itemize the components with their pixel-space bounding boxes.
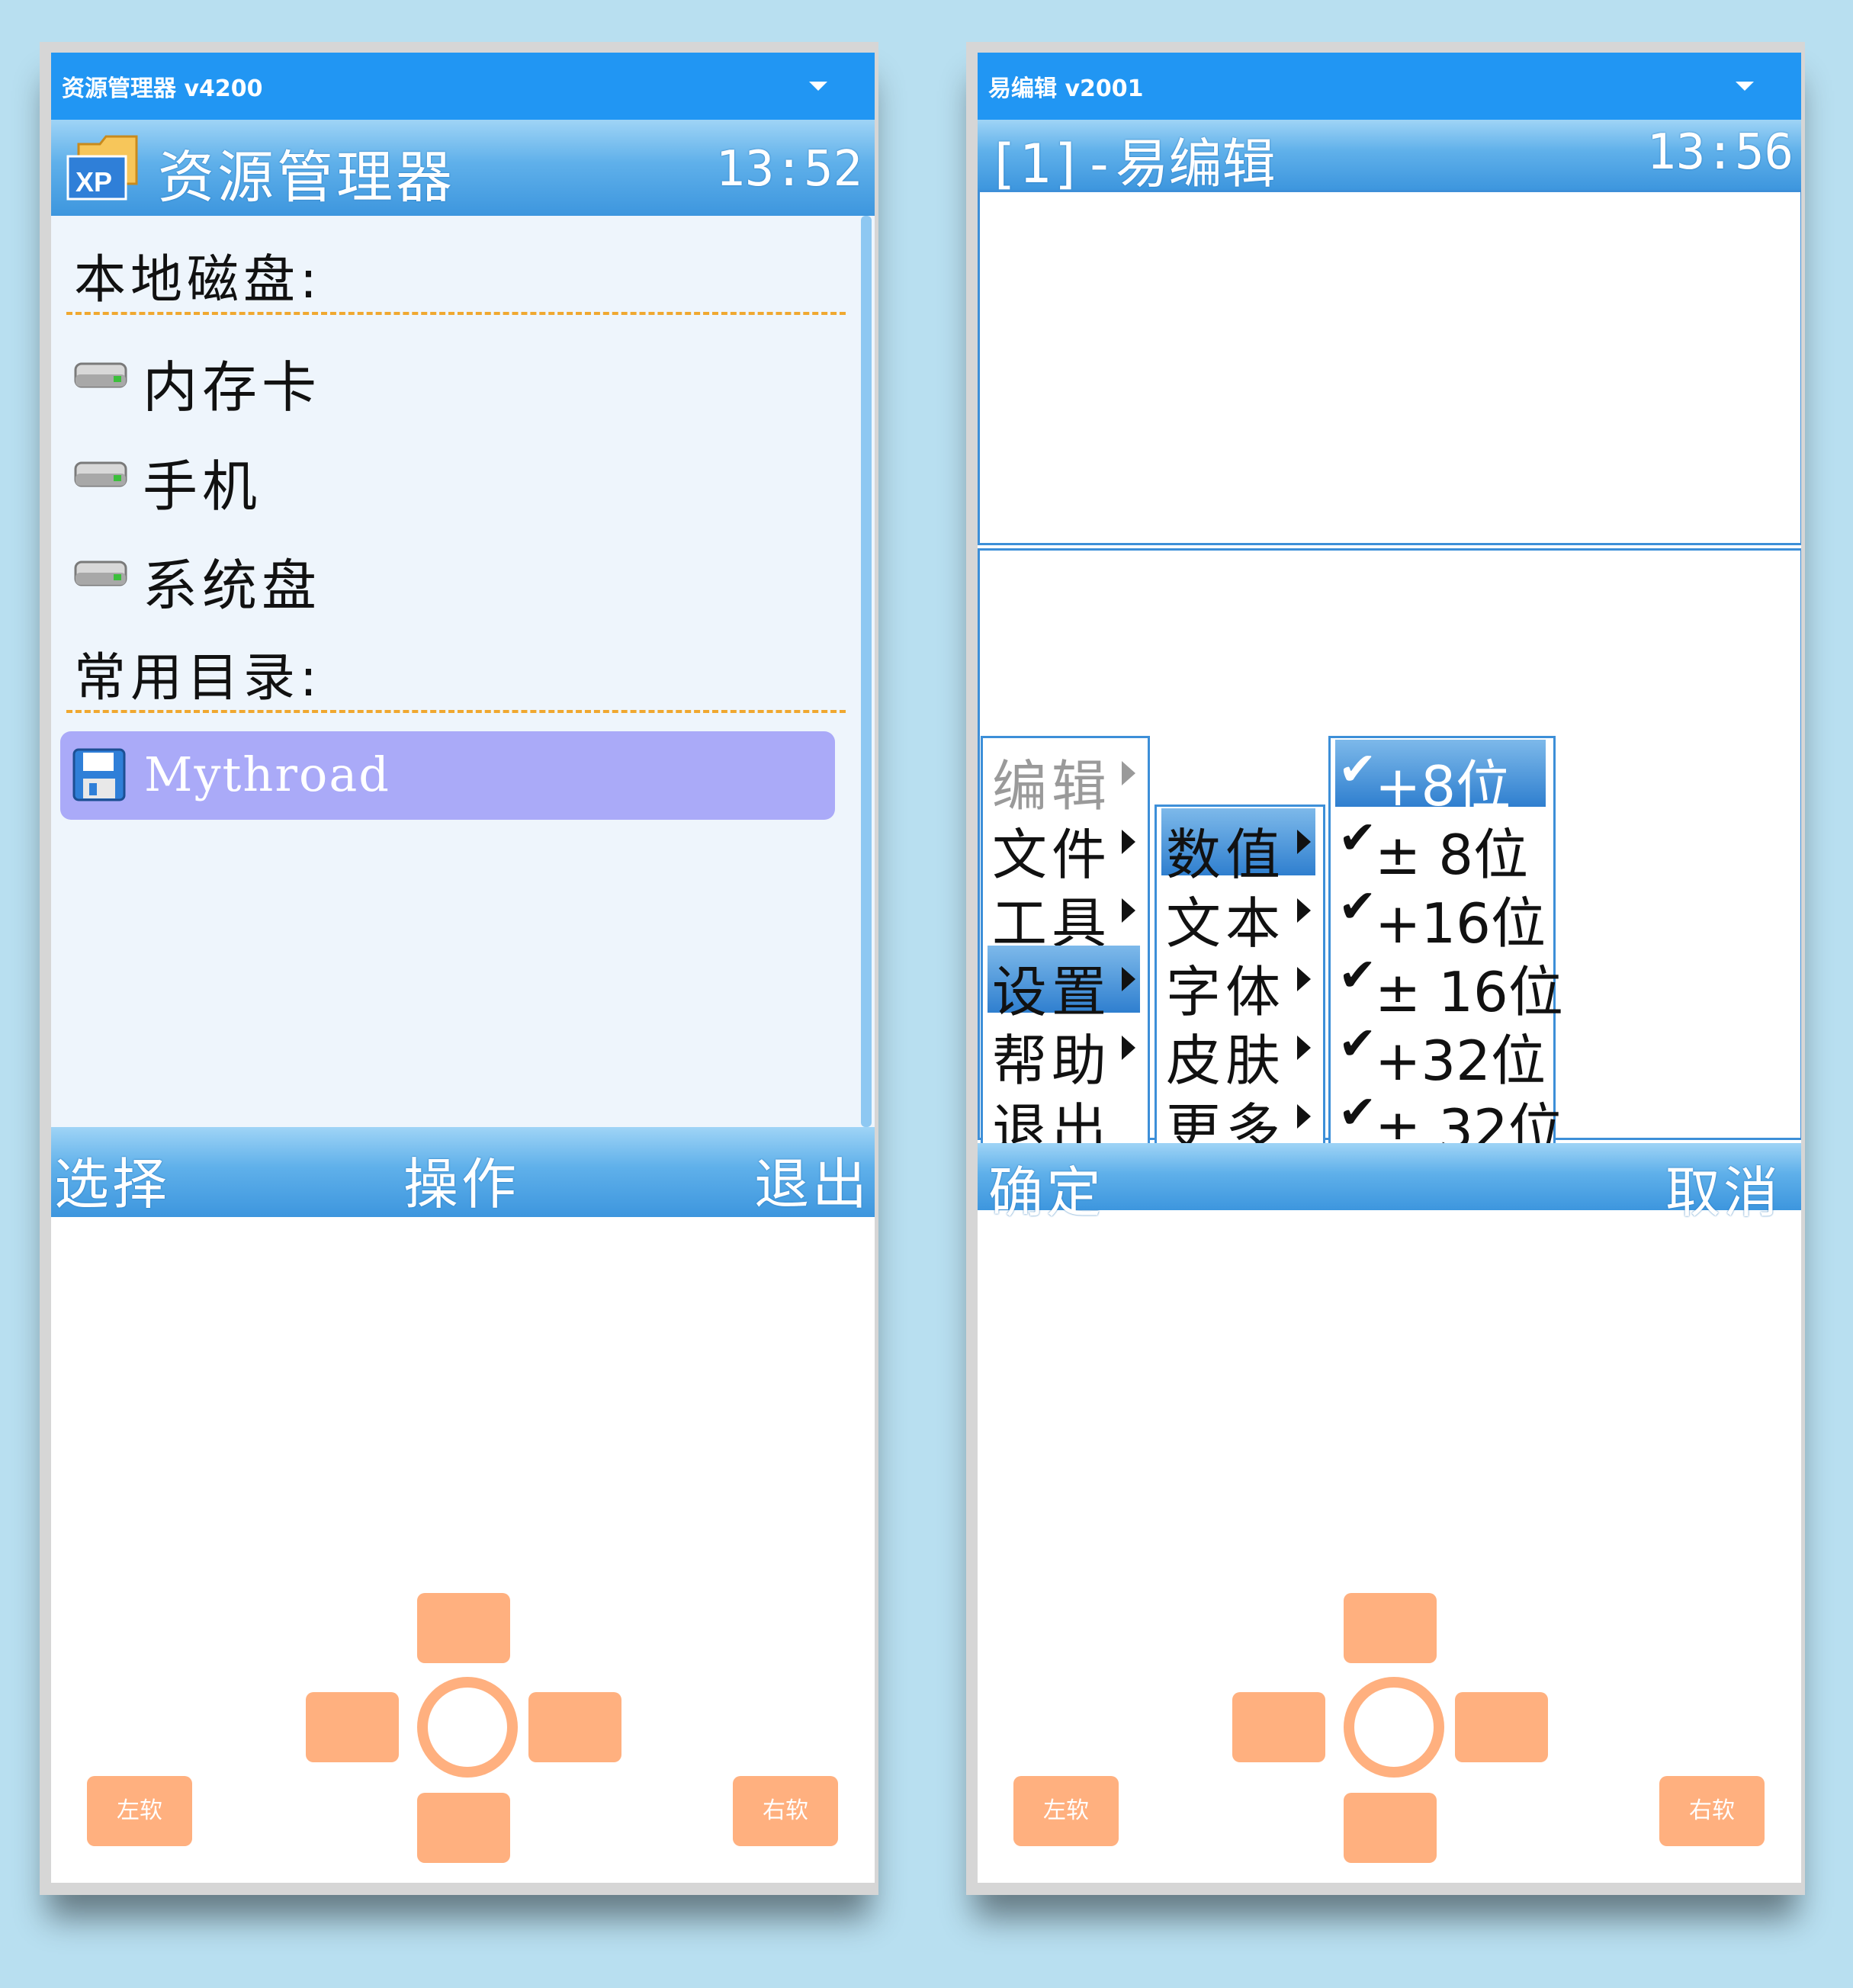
arrow-right-icon — [1297, 1036, 1311, 1060]
list-item-label: 手机 — [143, 454, 262, 519]
floppy-disk-icon — [72, 748, 126, 801]
right-soft-button[interactable]: 右软 — [1659, 1776, 1765, 1846]
checkmark-icon: ✔ — [1338, 1086, 1377, 1139]
divider — [66, 710, 846, 713]
window-title: 易编辑 v2001 — [988, 75, 1144, 102]
clock: 13:56 — [1646, 124, 1794, 181]
scrollbar[interactable] — [861, 216, 872, 1127]
softkey-bar: 选择 操作 退出 — [51, 1127, 875, 1217]
menu-item-numeric[interactable]: 数值 — [1161, 808, 1315, 887]
dpad-right-button[interactable] — [528, 1692, 621, 1762]
app-header: [1]-易编辑 13:56 — [978, 120, 1801, 195]
menu-item-help[interactable]: 帮助 — [988, 1014, 1140, 1093]
menu-item-unsigned-16bit[interactable]: ✔ +16位 — [1335, 877, 1546, 955]
window-titlebar: 资源管理器 v4200 — [51, 53, 875, 120]
dpad-right-button[interactable] — [1455, 1692, 1548, 1762]
menu-item-signed-16bit[interactable]: ✔ ± 16位 — [1335, 946, 1563, 1024]
phone-text-editor: 易编辑 v2001 [1]-易编辑 13:56 编辑 文件 工具 设置 帮助 退… — [966, 42, 1805, 1895]
arrow-right-icon — [1122, 761, 1135, 785]
main-menu: 编辑 文件 工具 设置 帮助 退出 — [981, 736, 1150, 1161]
app-area: [1]-易编辑 13:56 编辑 文件 工具 设置 帮助 退出 数值 文本 字体… — [978, 120, 1801, 1271]
arrow-right-icon — [1297, 967, 1311, 991]
arrow-right-icon — [1122, 830, 1135, 854]
arrow-right-icon — [1122, 967, 1135, 991]
dpad-up-button[interactable] — [1344, 1593, 1437, 1663]
drive-icon — [74, 461, 127, 487]
arrow-right-icon — [1297, 1104, 1311, 1129]
left-soft-button[interactable]: 左软 — [87, 1776, 192, 1846]
checkmark-icon: ✔ — [1338, 880, 1377, 933]
checkmark-icon: ✔ — [1338, 1017, 1377, 1071]
checkmark-icon: ✔ — [1338, 811, 1377, 865]
dpad-left-button[interactable] — [1232, 1692, 1325, 1762]
arrow-right-icon — [1297, 830, 1311, 854]
list-item-memory-card[interactable]: 内存卡 — [51, 330, 844, 419]
svg-text:XP: XP — [75, 166, 112, 198]
checkmark-icon: ✔ — [1338, 949, 1377, 1002]
dropdown-arrow-icon[interactable] — [809, 82, 827, 91]
drive-list: 本地磁盘: 内存卡 手机 系统盘 常用目录: Mythroad — [51, 216, 875, 1127]
list-item-label: 内存卡 — [143, 355, 322, 419]
dpad-down-button[interactable] — [1344, 1793, 1437, 1863]
softkey-select[interactable]: 选择 — [54, 1139, 170, 1219]
softkey-operate[interactable]: 操作 — [403, 1139, 519, 1219]
checkmark-icon: ✔ — [1338, 743, 1377, 796]
drive-icon — [74, 560, 127, 586]
drive-icon — [74, 362, 127, 388]
menu-item-signed-8bit[interactable]: ✔ ± 8位 — [1335, 808, 1546, 887]
softkey-confirm[interactable]: 确定 — [988, 1148, 1104, 1228]
list-item-mythroad[interactable]: Mythroad — [60, 731, 835, 820]
section-common-dirs: 常用目录: — [74, 648, 322, 708]
list-item-phone[interactable]: 手机 — [51, 429, 844, 519]
menu-item-file[interactable]: 文件 — [988, 808, 1140, 887]
screen: 易编辑 v2001 [1]-易编辑 13:56 编辑 文件 工具 设置 帮助 退… — [978, 53, 1801, 1883]
left-soft-button[interactable]: 左软 — [1013, 1776, 1119, 1846]
folder-xp-icon: XP — [66, 135, 138, 201]
dropdown-arrow-icon[interactable] — [1736, 82, 1754, 91]
section-local-disks: 本地磁盘: — [74, 250, 322, 310]
dpad-up-button[interactable] — [417, 1593, 510, 1663]
menu-item-more[interactable]: 更多 — [1161, 1083, 1315, 1161]
dpad-down-button[interactable] — [417, 1793, 510, 1863]
arrow-right-icon — [1122, 898, 1135, 923]
window-title: 资源管理器 v4200 — [62, 75, 263, 102]
menu-item-tools[interactable]: 工具 — [988, 877, 1140, 955]
list-item-system-disk[interactable]: 系统盘 — [51, 528, 844, 618]
dpad-ok-button[interactable] — [417, 1677, 518, 1778]
softkey-exit[interactable]: 退出 — [754, 1139, 870, 1219]
clock: 13:52 — [715, 141, 862, 198]
dpad-left-button[interactable] — [306, 1692, 399, 1762]
softkey-cancel[interactable]: 取消 — [1665, 1148, 1781, 1228]
screen: 资源管理器 v4200 XP 资源管理器 13:52 本地磁盘: 内存卡 手机 … — [51, 53, 875, 1883]
menu-item-exit[interactable]: 退出 — [988, 1083, 1140, 1161]
softkey-bar: 确定 取消 — [978, 1143, 1801, 1225]
menu-item-unsigned-8bit[interactable]: ✔ +8位 — [1335, 740, 1546, 818]
app-title: [1]-易编辑 — [987, 133, 1276, 195]
menu-item-edit[interactable]: 编辑 — [988, 740, 1140, 818]
list-item-label: Mythroad — [144, 747, 390, 802]
menu-item-skin[interactable]: 皮肤 — [1161, 1014, 1315, 1093]
right-soft-button[interactable]: 右软 — [733, 1776, 838, 1846]
numeric-submenu: ✔ +8位 ✔ ± 8位 ✔ +16位 ✔ ± 16位 ✔ +32位 ✔ ± 3… — [1328, 736, 1563, 1161]
app-header: XP 资源管理器 13:52 — [51, 120, 875, 216]
phone-file-manager: 资源管理器 v4200 XP 资源管理器 13:52 本地磁盘: 内存卡 手机 … — [40, 42, 878, 1895]
menu-item-unsigned-32bit[interactable]: ✔ +32位 — [1335, 1014, 1546, 1093]
app-area: XP 资源管理器 13:52 本地磁盘: 内存卡 手机 系统盘 常用目录: My… — [51, 120, 875, 1271]
menu-item-text[interactable]: 文本 — [1161, 877, 1315, 955]
menu-item-settings[interactable]: 设置 — [988, 946, 1140, 1024]
arrow-right-icon — [1297, 898, 1311, 923]
editor-text-area[interactable] — [978, 190, 1801, 545]
arrow-right-icon — [1122, 1036, 1135, 1060]
list-item-label: 系统盘 — [143, 554, 322, 618]
divider — [66, 312, 846, 315]
menu-item-signed-32bit[interactable]: ✔ ± 32位 — [1335, 1083, 1563, 1161]
dpad-ok-button[interactable] — [1344, 1677, 1444, 1778]
window-titlebar: 易编辑 v2001 — [978, 53, 1801, 120]
settings-submenu: 数值 文本 字体 皮肤 更多 — [1155, 805, 1325, 1161]
app-title: 资源管理器 — [158, 145, 455, 210]
menu-item-font[interactable]: 字体 — [1161, 946, 1315, 1024]
